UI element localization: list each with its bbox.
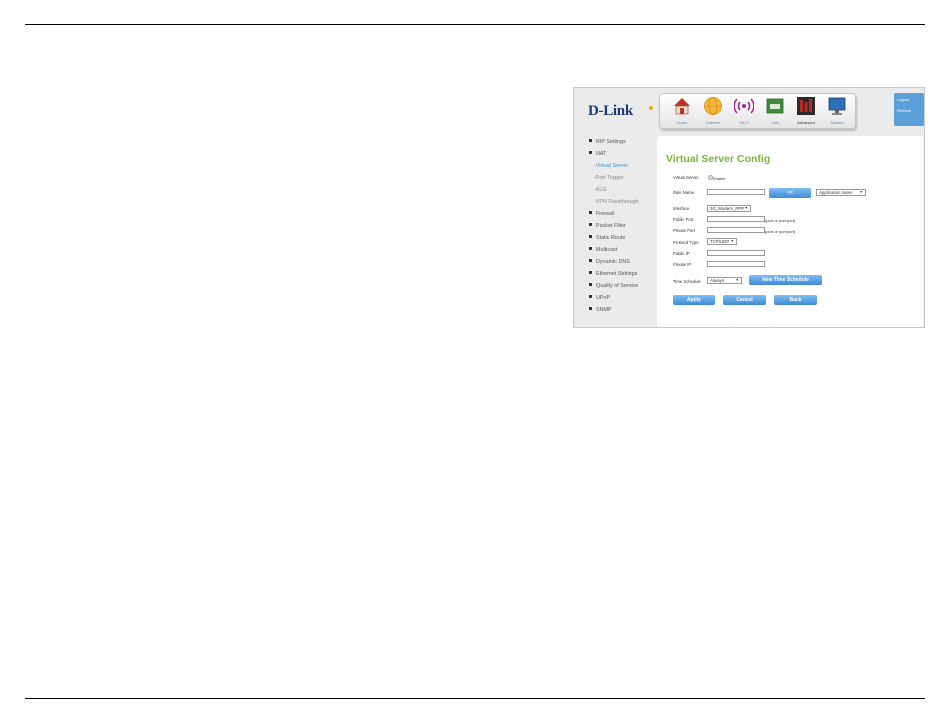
sidebar-item-packet-filter[interactable]: Packet Filter xyxy=(589,223,626,229)
enable-label: Enable xyxy=(713,176,726,181)
nav-item-lan[interactable]: LAN xyxy=(761,96,789,127)
private-ip-label: Private IP xyxy=(673,262,692,267)
sidebar-item-static-route[interactable]: Static Route xyxy=(589,235,625,241)
back-button[interactable]: Back xyxy=(774,295,817,305)
chevron-down-icon: ▼ xyxy=(735,278,739,282)
protocol-type-select[interactable]: TCP/UDP ▼ xyxy=(707,238,737,245)
nav-label: Internet xyxy=(706,120,720,125)
config-panel: Virtual Server Config Virtual Server Ena… xyxy=(657,136,923,327)
bullet-icon xyxy=(589,211,592,214)
private-port-hint: (port or port:port) xyxy=(765,229,796,234)
globe-icon xyxy=(704,97,722,115)
nav-label: Home xyxy=(676,120,688,125)
chevron-down-icon: ▼ xyxy=(859,190,863,194)
sidebar-item-alg[interactable]: -ALG xyxy=(594,187,607,193)
bullet-icon xyxy=(589,235,592,238)
nav-label: Advanced xyxy=(797,120,815,125)
application-name-select[interactable]: Application name ▼ xyxy=(816,189,866,196)
time-schedule-value: Always xyxy=(710,278,724,283)
public-ip-label: Public IP xyxy=(673,251,690,256)
sidebar-item-snmp[interactable]: SNMP xyxy=(589,307,612,313)
chevron-down-icon: ▼ xyxy=(744,206,748,210)
nav-label: LAN xyxy=(771,120,779,125)
refresh-link[interactable]: Refresh xyxy=(894,104,924,115)
sidebar-item-multicast[interactable]: Multicast xyxy=(589,247,617,253)
logout-panel[interactable]: Logout Refresh xyxy=(894,93,924,126)
time-schedule-label: Time Schedule xyxy=(673,279,701,284)
public-port-label: Public Port xyxy=(673,217,694,222)
sidebar-item-virtual-server[interactable]: -Virtual Server xyxy=(594,163,628,169)
protocol-type-value: TCP/UDP xyxy=(710,239,730,244)
sidebar-item-upnp[interactable]: UPnP xyxy=(589,295,610,301)
home-icon xyxy=(674,98,690,115)
cancel-button[interactable]: Cancel xyxy=(723,295,766,305)
dlink-logo: D-Link xyxy=(588,103,633,119)
private-ip-input[interactable] xyxy=(707,261,765,267)
router-ui-screenshot: D-Link Home Internet Wi-Fi LAN Advanced … xyxy=(573,87,925,328)
sidebar-item-port-trigger[interactable]: -Port Trigger xyxy=(594,175,624,181)
private-port-input[interactable] xyxy=(707,227,765,233)
bullet-icon xyxy=(589,139,592,142)
logout-link[interactable]: Logout xyxy=(894,93,924,104)
interface-label: Interface xyxy=(673,206,690,211)
rule-name-label: Rule Name xyxy=(673,190,694,195)
bullet-icon xyxy=(589,307,592,310)
time-schedule-select[interactable]: Always ▼ xyxy=(707,277,742,284)
interface-select[interactable]: 3G_Modem_PPP ▼ xyxy=(707,205,751,212)
sidebar-item-ethernet-settings[interactable]: Ethernet Settings xyxy=(589,271,637,277)
application-name-value: Application name xyxy=(819,190,853,195)
advanced-icon xyxy=(797,97,815,115)
page-title: Virtual Server Config xyxy=(666,153,771,165)
nav-label: System xyxy=(830,120,844,125)
nav-item-system[interactable]: System xyxy=(823,96,851,127)
public-ip-input[interactable] xyxy=(707,250,765,256)
bullet-icon xyxy=(589,271,592,274)
sidebar-item-dynamic-dns[interactable]: Dynamic DNS xyxy=(589,259,630,265)
bullet-icon xyxy=(589,283,592,286)
interface-value: 3G_Modem_PPP xyxy=(710,206,745,211)
sidebar-item-nat[interactable]: NAT xyxy=(589,151,606,157)
lan-icon xyxy=(766,98,784,114)
bullet-icon xyxy=(589,259,592,262)
bullet-icon xyxy=(589,223,592,226)
bullet-icon xyxy=(589,295,592,298)
rule-name-input[interactable] xyxy=(707,189,765,195)
sidebar: RIP Settings NAT -Virtual Server -Port T… xyxy=(574,136,656,327)
public-port-hint: (port or port:port) xyxy=(765,218,796,223)
public-port-input[interactable] xyxy=(707,216,765,222)
top-nav: Home Internet Wi-Fi LAN Advanced System xyxy=(659,93,856,129)
copy-app-button[interactable]: << xyxy=(769,188,811,198)
bottom-rule xyxy=(25,698,925,699)
nav-label: Wi-Fi xyxy=(739,120,749,125)
sidebar-item-vpn-passthrough[interactable]: -VPN Passthrough xyxy=(594,199,639,205)
nav-item-advanced[interactable]: Advanced xyxy=(792,96,820,127)
apply-button[interactable]: Apply xyxy=(673,295,715,305)
top-rule xyxy=(25,24,925,25)
logo-dot xyxy=(649,106,653,110)
new-time-schedule-button[interactable]: New Time Schedule xyxy=(749,275,822,285)
wifi-icon xyxy=(734,98,754,114)
sidebar-item-firewall[interactable]: Firewall xyxy=(589,211,615,217)
nav-item-wifi[interactable]: Wi-Fi xyxy=(730,96,758,127)
nav-item-home[interactable]: Home xyxy=(668,96,696,127)
virtual-server-label: Virtual Server xyxy=(673,175,699,180)
sidebar-item-quality-of-service[interactable]: Quality of Service xyxy=(589,283,638,289)
chevron-down-icon: ▼ xyxy=(730,239,734,243)
bullet-icon xyxy=(589,247,592,250)
private-port-label: Private Port xyxy=(673,228,695,233)
protocol-type-label: Protocol Type xyxy=(673,240,699,245)
nav-item-internet[interactable]: Internet xyxy=(699,96,727,127)
bullet-icon xyxy=(589,151,592,154)
monitor-icon xyxy=(828,97,846,115)
sidebar-item-rip-settings[interactable]: RIP Settings xyxy=(589,139,626,145)
